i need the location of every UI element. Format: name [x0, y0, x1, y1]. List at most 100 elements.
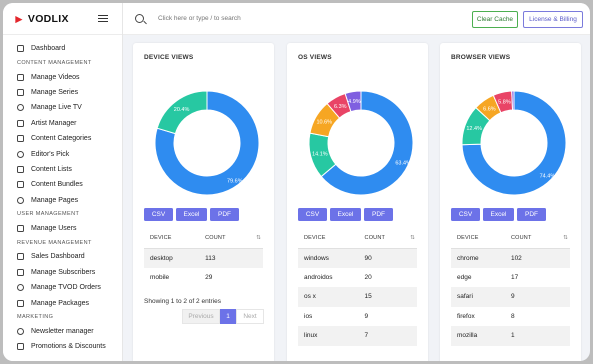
manage-series-icon [17, 88, 24, 96]
table-row: linux 7 [298, 326, 417, 346]
export-pdf-button[interactable]: PDF [517, 208, 546, 221]
search-icon[interactable] [135, 14, 144, 23]
sidebar-item-dashboard[interactable]: Dashboard [3, 41, 122, 56]
column-header-label: COUNT [510, 235, 532, 242]
sidebar-item-label: Manage Videos [31, 73, 80, 81]
export-buttons: CSV Excel PDF [144, 208, 239, 221]
sidebar-item-label: Newsletter manager [31, 328, 94, 336]
slice-label: 20.4% [174, 107, 190, 113]
export-pdf-button[interactable]: PDF [210, 208, 239, 221]
table-cell: mobile [150, 273, 170, 281]
table-row: os x 15 [298, 287, 417, 307]
views-card: BROWSER VIEWS 74.4% 12.4% 6.6% 5.8% CSV Excel P… [440, 43, 581, 361]
export-pdf-button[interactable]: PDF [364, 208, 393, 221]
sidebar-item-promotions-discounts[interactable]: Promotions & Discounts [3, 339, 122, 354]
donut-chart: 63.4% 14.1% 10.6% 6.3%4.9% [308, 90, 414, 196]
table-cell: linux [298, 326, 359, 346]
sidebar-item-label: Manage Live TV [31, 104, 82, 112]
sidebar-item-newsletter-manager[interactable]: Newsletter manager [3, 324, 122, 339]
sidebar-item-label: Artist Manager [31, 119, 77, 127]
next-button[interactable]: Next [236, 309, 264, 324]
table-cell: androidos [304, 273, 333, 281]
content-categories-icon [17, 135, 24, 143]
brand-name: VODLIX [27, 12, 69, 25]
table-cell: 1 [504, 326, 570, 346]
sidebar-section-heading: MARKETING [17, 314, 54, 321]
sidebar-item-manage-packages[interactable]: Manage Packages [3, 295, 122, 310]
slice-label: 14.1% [312, 152, 328, 158]
table-cell: firefox [457, 312, 475, 320]
data-table: DEVICE COUNT ⇅ windows 90 androidos 20 os x 15 io… [298, 229, 417, 346]
brand-bar: ► VODLIX [3, 3, 122, 35]
sidebar-item-manage-live-tv[interactable]: Manage Live TV [3, 100, 122, 115]
column-header[interactable]: COUNT ⇅ [199, 229, 263, 249]
export-excel-button[interactable]: Excel [330, 208, 361, 221]
table-cell: ios [304, 312, 313, 320]
search-input[interactable] [158, 15, 358, 22]
sidebar-item-label: Manage Series [31, 88, 79, 96]
editor-s-pick-icon [17, 150, 24, 158]
export-buttons: CSV Excel PDF [451, 208, 546, 221]
sidebar-item-content-categories[interactable]: Content Categories [3, 131, 122, 146]
column-header-label: DEVICE [150, 235, 172, 242]
table-row: firefox 8 [451, 307, 570, 327]
manage-subscribers-icon [17, 268, 24, 276]
sidebar-item-content-lists[interactable]: Content Lists [3, 162, 122, 177]
sidebar-item-label: Manage Packages [31, 299, 89, 307]
slice-label: 5.8% [498, 100, 511, 106]
sidebar-item-manage-videos[interactable]: Manage Videos [3, 69, 122, 84]
sales-dashboard-icon [17, 253, 24, 261]
license-billing-button[interactable]: License & Billing [523, 11, 583, 28]
sidebar-item-manage-subscribers[interactable]: Manage Subscribers [3, 265, 122, 280]
column-header[interactable]: DEVICE [451, 229, 505, 249]
sidebar-item-label: Manage Pages [31, 196, 79, 204]
sidebar-item-content-bundles[interactable]: Content Bundles [3, 177, 122, 192]
column-header[interactable]: DEVICE [298, 229, 359, 249]
clear-cache-button[interactable]: Clear Cache [472, 11, 518, 28]
sidebar-item-artist-manager[interactable]: Artist Manager [3, 116, 122, 131]
sidebar-item-label: Content Lists [31, 165, 72, 173]
column-header[interactable]: COUNT ⇅ [504, 229, 570, 249]
table-cell: edge [457, 273, 472, 281]
column-header[interactable]: COUNT ⇅ [358, 229, 417, 249]
slice-label: 4.9% [348, 99, 361, 105]
table-cell: 17 [510, 273, 519, 281]
column-header[interactable]: DEVICE [144, 229, 200, 249]
sort-icon[interactable]: ⇅ [256, 235, 261, 241]
table-cell: 9 [504, 287, 570, 307]
sort-icon[interactable]: ⇅ [410, 235, 415, 241]
previous-button[interactable]: Previous [182, 309, 220, 324]
table-row: androidos 20 [298, 268, 417, 288]
hamburger-menu-icon[interactable] [98, 14, 108, 23]
table-cell: 20 [364, 273, 372, 281]
sidebar-item-editor-s-pick[interactable]: Editor's Pick [3, 146, 122, 161]
page-1-button[interactable]: 1 [220, 309, 236, 324]
export-excel-button[interactable]: Excel [176, 208, 207, 221]
slice-label: 6.6% [483, 106, 496, 112]
table-cell: desktop [144, 248, 200, 268]
sidebar-item-manage-tvod-orders[interactable]: Manage TVOD Orders [3, 280, 122, 295]
sidebar-item-label: Content Bundles [31, 181, 83, 189]
sidebar-section-heading: CONTENT MANAGEMENT [17, 59, 92, 66]
content-bundles-icon [17, 181, 24, 189]
export-excel-button[interactable]: Excel [483, 208, 514, 221]
export-csv-button[interactable]: CSV [298, 208, 327, 221]
slice-label: 6.3% [334, 104, 347, 110]
table-row: mobile 29 [144, 268, 263, 288]
export-csv-button[interactable]: CSV [144, 208, 173, 221]
topbar: Clear Cache License & Billing [123, 3, 590, 35]
table-cell: 8 [510, 312, 515, 320]
table-cell: 7 [358, 326, 417, 346]
table-row: mozilla 1 [451, 326, 570, 346]
sort-icon[interactable]: ⇅ [563, 235, 568, 241]
export-buttons: CSV Excel PDF [298, 208, 393, 221]
sidebar-item-manage-series[interactable]: Manage Series [3, 85, 122, 100]
table-cell: 113 [199, 248, 263, 268]
donut-slice-mozilla[interactable] [511, 90, 515, 111]
sidebar-item-sales-dashboard[interactable]: Sales Dashboard [3, 249, 122, 264]
card-title: OS VIEWS [298, 54, 332, 61]
table-cell: 102 [504, 248, 570, 268]
sidebar-item-manage-pages[interactable]: Manage Pages [3, 193, 122, 208]
export-csv-button[interactable]: CSV [451, 208, 480, 221]
sidebar-item-manage-users[interactable]: Manage Users [3, 221, 122, 236]
